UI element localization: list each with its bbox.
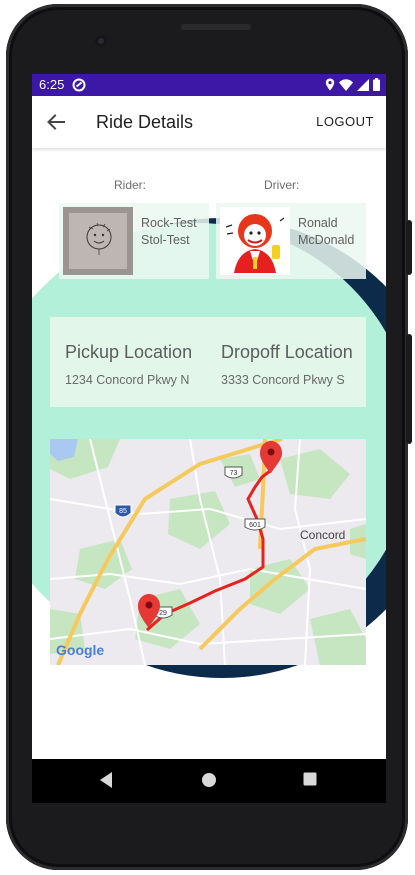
rider-card: Rock-Test Stol-Test xyxy=(59,203,209,279)
speaker-grille xyxy=(181,24,251,30)
status-bar: 6:25 xyxy=(32,74,386,96)
route-map[interactable]: 85 73 601 29 Concord Google xyxy=(50,439,366,665)
driver-label: Driver: xyxy=(264,178,300,192)
volume-button xyxy=(406,220,412,275)
ride-details-content: Rider: Rock-Test Stol-Test Driver: Ronal… xyxy=(32,148,386,759)
app-bar: Ride Details LOGOUT xyxy=(32,96,386,148)
rider-label: Rider: xyxy=(114,178,147,192)
page-title: Ride Details xyxy=(96,112,194,132)
locations-panel: Pickup Location 1234 Concord Pkwy N Drop… xyxy=(50,317,366,407)
driver-card: Ronald McDonald xyxy=(216,203,366,279)
screen: 6:25 Ride Details LOGOUT Rider: Rock-Tes… xyxy=(32,74,386,759)
map-city-label: Concord xyxy=(300,528,346,542)
rider-name: Rock-Test Stol-Test xyxy=(141,215,197,249)
wifi-icon xyxy=(339,78,353,91)
front-camera xyxy=(95,35,107,47)
battery-icon xyxy=(373,78,380,91)
cell-signal-icon xyxy=(357,78,369,91)
dropoff-address: 3333 Concord Pkwy S xyxy=(221,373,345,387)
svg-text:29: 29 xyxy=(159,610,167,617)
dropoff-heading: Dropoff Location xyxy=(221,342,353,362)
pickup-address: 1234 Concord Pkwy N xyxy=(65,373,190,387)
svg-text:73: 73 xyxy=(230,470,238,477)
back-arrow-icon[interactable] xyxy=(46,112,66,132)
route-shield-601: 601 xyxy=(244,518,266,531)
driver-avatar xyxy=(220,207,290,275)
system-navigation-bar xyxy=(32,759,386,803)
notification-app-icon xyxy=(72,78,86,92)
google-attribution-logo: Google xyxy=(56,642,105,658)
power-button xyxy=(406,334,412,444)
rider-name-line2: Stol-Test xyxy=(141,233,190,247)
route-shield-85: 85 xyxy=(114,504,132,518)
rider-avatar xyxy=(63,207,133,275)
svg-text:601: 601 xyxy=(249,522,261,529)
rider-name-line1: Rock-Test xyxy=(141,216,197,230)
pickup-heading: Pickup Location xyxy=(65,342,193,362)
location-icon xyxy=(325,78,335,91)
nav-home-icon[interactable] xyxy=(200,771,218,789)
nav-back-icon[interactable] xyxy=(98,771,114,789)
logout-button[interactable]: LOGOUT xyxy=(316,114,374,129)
nav-recents-icon[interactable] xyxy=(302,771,318,787)
driver-name-line2: McDonald xyxy=(298,233,355,247)
driver-name-line1: Ronald xyxy=(298,216,338,230)
svg-text:85: 85 xyxy=(119,508,127,515)
driver-name: Ronald McDonald xyxy=(298,215,354,249)
route-shield-73: 73 xyxy=(224,466,243,479)
status-time: 6:25 xyxy=(39,77,65,92)
